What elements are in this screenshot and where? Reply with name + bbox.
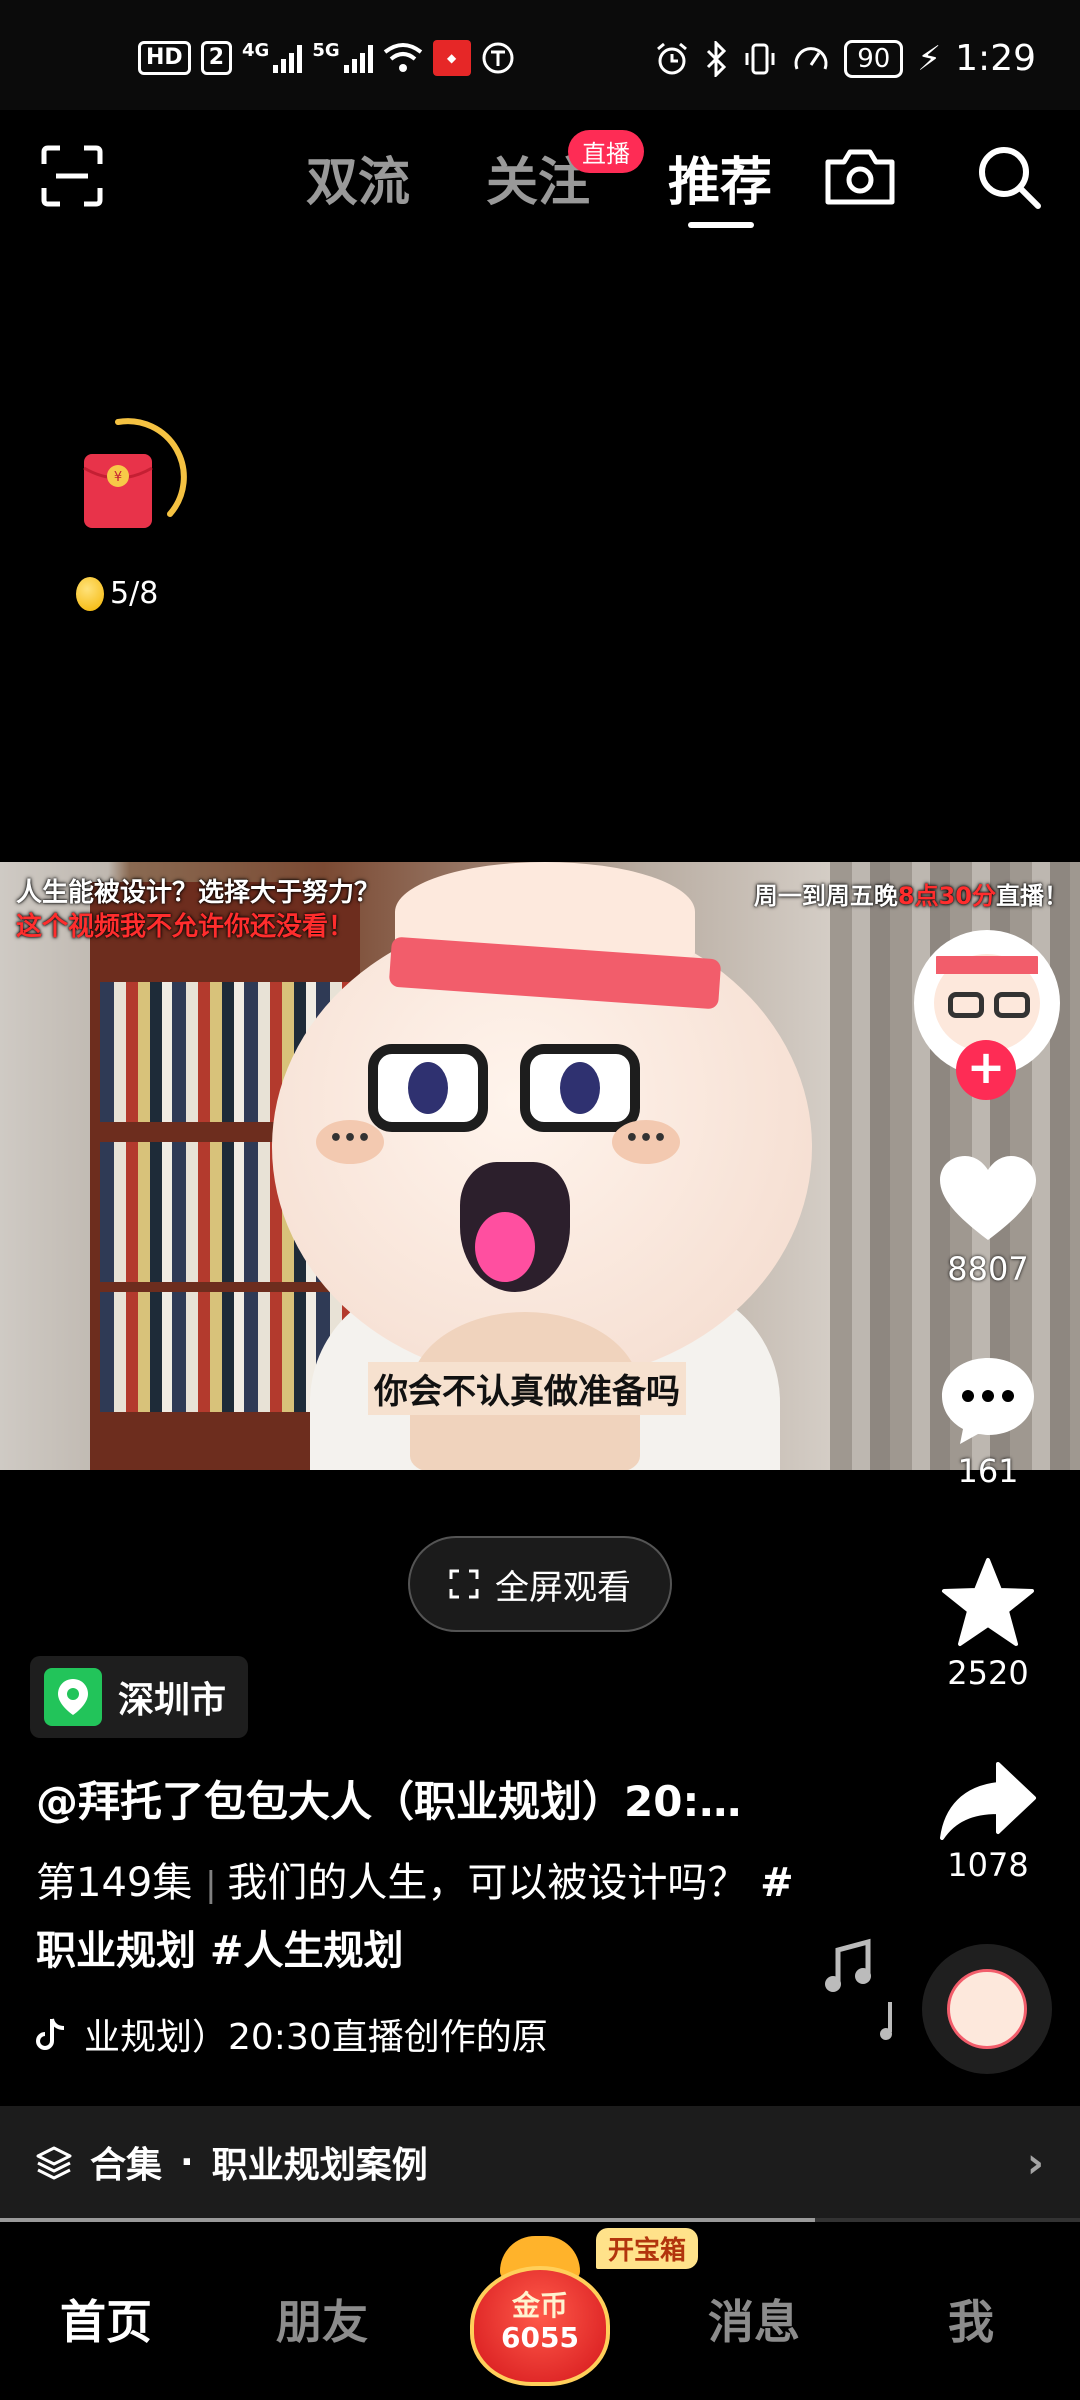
tab-local[interactable]: 双流 <box>306 140 410 215</box>
fullscreen-icon <box>449 1569 479 1599</box>
author-name[interactable]: @拜托了包包大人（职业规划）20:… <box>36 1768 806 1829</box>
heart-icon <box>940 1156 1036 1240</box>
svg-text:¥: ¥ <box>114 470 122 485</box>
music-disc-cover <box>947 1969 1027 2049</box>
camera-icon[interactable] <box>822 146 898 208</box>
schedule-highlight: 8点30分 <box>897 882 996 910</box>
coin-count: 6055 <box>501 2321 579 2354</box>
fullscreen-label: 全屏观看 <box>495 1567 631 1608</box>
video-description: 第149集 | 我们的人生，可以被设计吗？ #职业规划 #人生规划 <box>36 1850 796 1984</box>
music-text: 业规划）20:30直播创作的原 <box>84 2017 548 2058</box>
top-nav: 双流 关注 直播 推荐 <box>0 110 1080 240</box>
collection-separator: · <box>180 2141 194 2183</box>
location-tag[interactable]: 深圳市 <box>30 1656 249 1738</box>
music-notes-icon <box>825 1938 892 2040</box>
charging-icon: ⚡ <box>917 38 942 79</box>
video-caption-line1: 人生能被设计？选择大于努力？ <box>16 878 381 908</box>
comment-icon <box>942 1358 1034 1444</box>
clock: 1:29 <box>955 38 1036 79</box>
collection-bar[interactable]: 合集 · 职业规划案例 › <box>0 2106 1080 2218</box>
coin-bag-button[interactable]: 金币 6055 <box>470 2236 610 2386</box>
favorite-count: 2520 <box>947 1654 1029 1692</box>
live-schedule-caption: 周一到周五晚8点30分直播！ <box>754 876 1068 911</box>
location-pin-icon <box>44 1668 102 1726</box>
hd-indicator: HD <box>138 41 191 75</box>
collection-title: 职业规划案例 <box>211 2145 428 2186</box>
gold-egg-icon <box>76 576 104 611</box>
nav-home[interactable]: 首页 <box>60 2286 152 2352</box>
schedule-prefix: 周一到周五晚 <box>753 882 898 910</box>
avatar-headband <box>936 956 1038 974</box>
signal-icon-2 <box>343 43 373 73</box>
status-left: HD 2 4G 5G ◆ <box>138 40 515 76</box>
status-right: 90 ⚡ 1:29 <box>654 38 1036 79</box>
mascot-eye-left <box>408 1062 448 1114</box>
music-info[interactable]: 业规划）20:30直播创作的原 <box>36 2008 548 2060</box>
nav-messages[interactable]: 消息 <box>708 2286 800 2352</box>
nav-friends[interactable]: 朋友 <box>276 2286 368 2352</box>
follow-button[interactable]: + <box>956 1040 1016 1100</box>
favorite-button[interactable]: 2520 <box>918 1556 1058 1692</box>
share-button[interactable]: 1078 <box>918 1760 1058 1884</box>
schedule-suffix: 直播！ <box>996 882 1068 910</box>
wifi-icon <box>383 43 422 72</box>
location-label: 深圳市 <box>118 1680 227 1721</box>
coin-bag-icon: 金币 6055 <box>470 2266 610 2386</box>
video-caption-line2: 这个视频我不允许你还没看！ <box>16 912 355 942</box>
nav-me[interactable]: 我 <box>948 2286 994 2352</box>
like-count: 8807 <box>947 1250 1029 1288</box>
description-text: 我们的人生，可以被设计吗？ <box>227 1860 748 1906</box>
chevron-right-icon: › <box>1026 2137 1044 2187</box>
comment-button[interactable]: 161 <box>918 1354 1058 1490</box>
red-packet-icon[interactable]: ¥ <box>78 418 198 538</box>
red-packet-progress: 5/8 <box>76 576 158 611</box>
avatar-glasses-left <box>948 992 984 1018</box>
status-bar: HD 2 4G 5G ◆ 90 ⚡ 1:29 <box>0 0 1080 110</box>
video-subtitle: 你会不认真做准备吗 <box>368 1362 686 1415</box>
tiktok-note-icon <box>36 2018 65 2050</box>
star-icon <box>942 1558 1034 1646</box>
like-button[interactable]: 8807 <box>918 1154 1058 1288</box>
app-notification-icon: ◆ <box>432 40 471 76</box>
red-packet-progress-text: 5/8 <box>110 576 159 611</box>
music-disc[interactable] <box>922 1944 1052 2074</box>
search-icon[interactable] <box>976 144 1044 212</box>
open-chest-badge[interactable]: 开宝箱 <box>596 2228 699 2269</box>
coin-label: 金币 <box>511 2289 568 2322</box>
vibrate-icon <box>745 43 775 74</box>
video-caption: 人生能被设计？选择大于努力？ 这个视频我不允许你还没看！ <box>16 876 380 944</box>
tab-recommend[interactable]: 推荐 <box>668 140 772 215</box>
live-badge: 直播 <box>568 130 644 173</box>
mascot-tongue <box>475 1212 535 1282</box>
sim-indicator: 2 <box>200 41 232 75</box>
alarm-icon <box>657 42 688 74</box>
scan-icon[interactable] <box>40 144 104 208</box>
separator: | <box>205 1865 228 1905</box>
network-type-1: 4G <box>242 40 270 61</box>
collection-label: 合集 <box>90 2145 163 2186</box>
mascot-cheek-right: ••• <box>612 1120 680 1164</box>
battery-indicator: 90 <box>844 39 904 78</box>
signal-icon <box>273 43 303 73</box>
fullscreen-button[interactable]: 全屏观看 <box>408 1536 672 1632</box>
share-icon <box>940 1762 1036 1840</box>
comment-count: 161 <box>957 1452 1019 1490</box>
t-circle-icon <box>482 42 514 74</box>
episode-label: 第149集 <box>36 1860 193 1906</box>
share-count: 1078 <box>947 1846 1029 1884</box>
avatar-glasses-right <box>994 992 1030 1018</box>
bluetooth-icon <box>707 40 727 77</box>
active-tab-indicator <box>688 222 754 228</box>
network-type-2: 5G <box>312 40 340 61</box>
speed-icon <box>794 46 828 70</box>
mascot-cheek-left: ••• <box>316 1120 384 1164</box>
mascot-eye-right <box>560 1062 600 1114</box>
layers-icon <box>36 2146 72 2180</box>
